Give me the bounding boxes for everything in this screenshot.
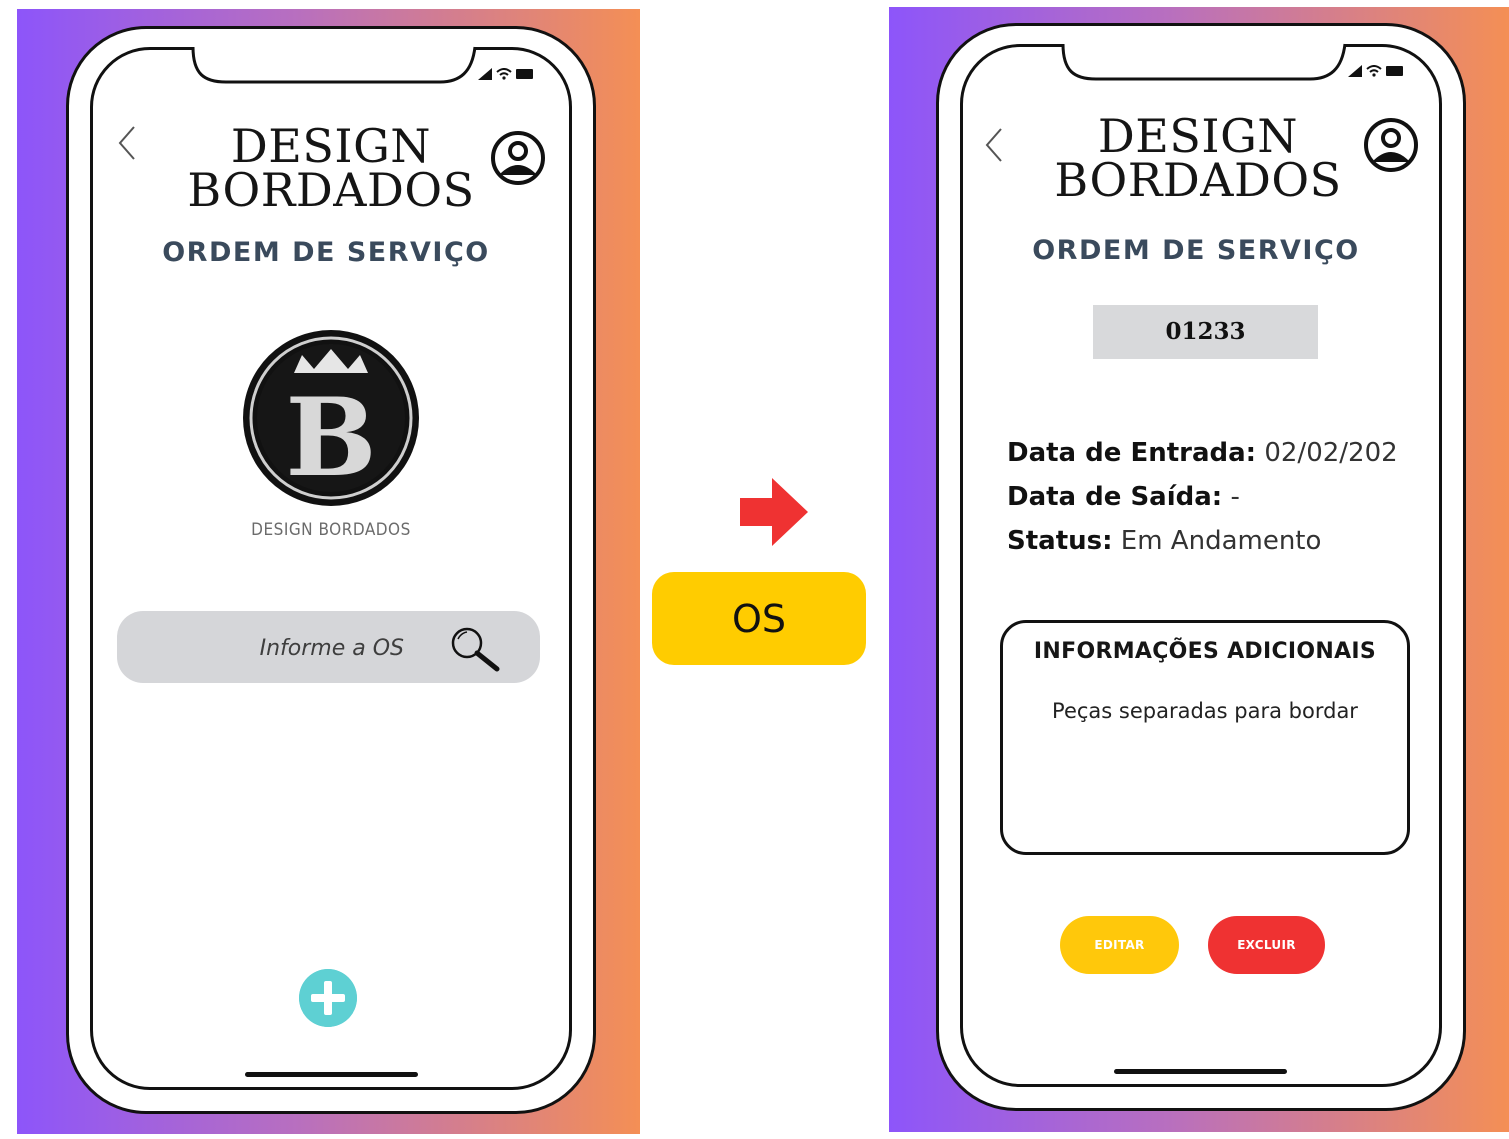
left-home-indicator <box>245 1072 418 1077</box>
wifi-icon <box>496 68 512 80</box>
arrow-right-icon <box>740 478 808 546</box>
left-notch <box>191 46 477 84</box>
brand-line-2: BORDADOS <box>187 162 475 217</box>
field-value: 02/02/202 <box>1264 438 1398 468</box>
os-transition-label: OS <box>652 572 866 665</box>
logo-caption: DESIGN BORDADOS <box>251 520 411 540</box>
field-label: Data de Entrada: <box>1007 438 1257 468</box>
os-number-field: 01233 <box>1093 305 1318 359</box>
battery-icon <box>1386 66 1403 76</box>
right-status-bar <box>1348 65 1404 77</box>
battery-icon <box>516 69 533 79</box>
brand-logo: B <box>243 330 419 506</box>
signal-icon <box>1348 65 1362 77</box>
delete-button[interactable]: EXCLUIR <box>1208 916 1325 974</box>
field-label: Status: <box>1007 526 1113 556</box>
brand-wordmark: DESIGN BORDADOS <box>180 123 482 217</box>
left-status-bar <box>478 68 534 80</box>
back-chevron-icon[interactable] <box>116 125 138 161</box>
add-button[interactable] <box>299 969 357 1027</box>
field-label: Data de Saída: <box>1007 482 1223 512</box>
additional-info-title: INFORMAÇÕES ADICIONAIS <box>1033 639 1377 664</box>
additional-info-text: Peças separadas para bordar <box>1052 699 1358 723</box>
wifi-icon <box>1366 65 1382 77</box>
search-input[interactable] <box>137 611 406 685</box>
page-title: ORDEM DE SERVIÇO <box>162 237 490 268</box>
field-entry-date: Data de Entrada: 02/02/202 <box>1007 438 1398 468</box>
additional-info-box: INFORMAÇÕES ADICIONAIS Peças separadas p… <box>1000 620 1410 855</box>
brand-line-2: BORDADOS <box>1054 152 1342 207</box>
edit-button[interactable]: EDITAR <box>1060 916 1179 974</box>
back-chevron-icon[interactable] <box>983 127 1005 163</box>
field-status: Status: Em Andamento <box>1007 526 1321 556</box>
brand-wordmark: DESIGN BORDADOS <box>1048 113 1348 207</box>
profile-icon[interactable] <box>489 129 547 187</box>
logo-letter: B <box>285 375 376 501</box>
search-bar[interactable] <box>117 611 540 685</box>
field-value: Em Andamento <box>1120 526 1322 556</box>
right-home-indicator <box>1114 1069 1287 1074</box>
signal-icon <box>478 68 492 80</box>
page-title: ORDEM DE SERVIÇO <box>1032 235 1360 266</box>
field-value: - <box>1230 482 1240 512</box>
field-exit-date: Data de Saída: - <box>1007 482 1240 512</box>
search-icon[interactable] <box>449 625 505 673</box>
right-notch <box>1061 43 1347 81</box>
profile-icon[interactable] <box>1362 116 1420 174</box>
